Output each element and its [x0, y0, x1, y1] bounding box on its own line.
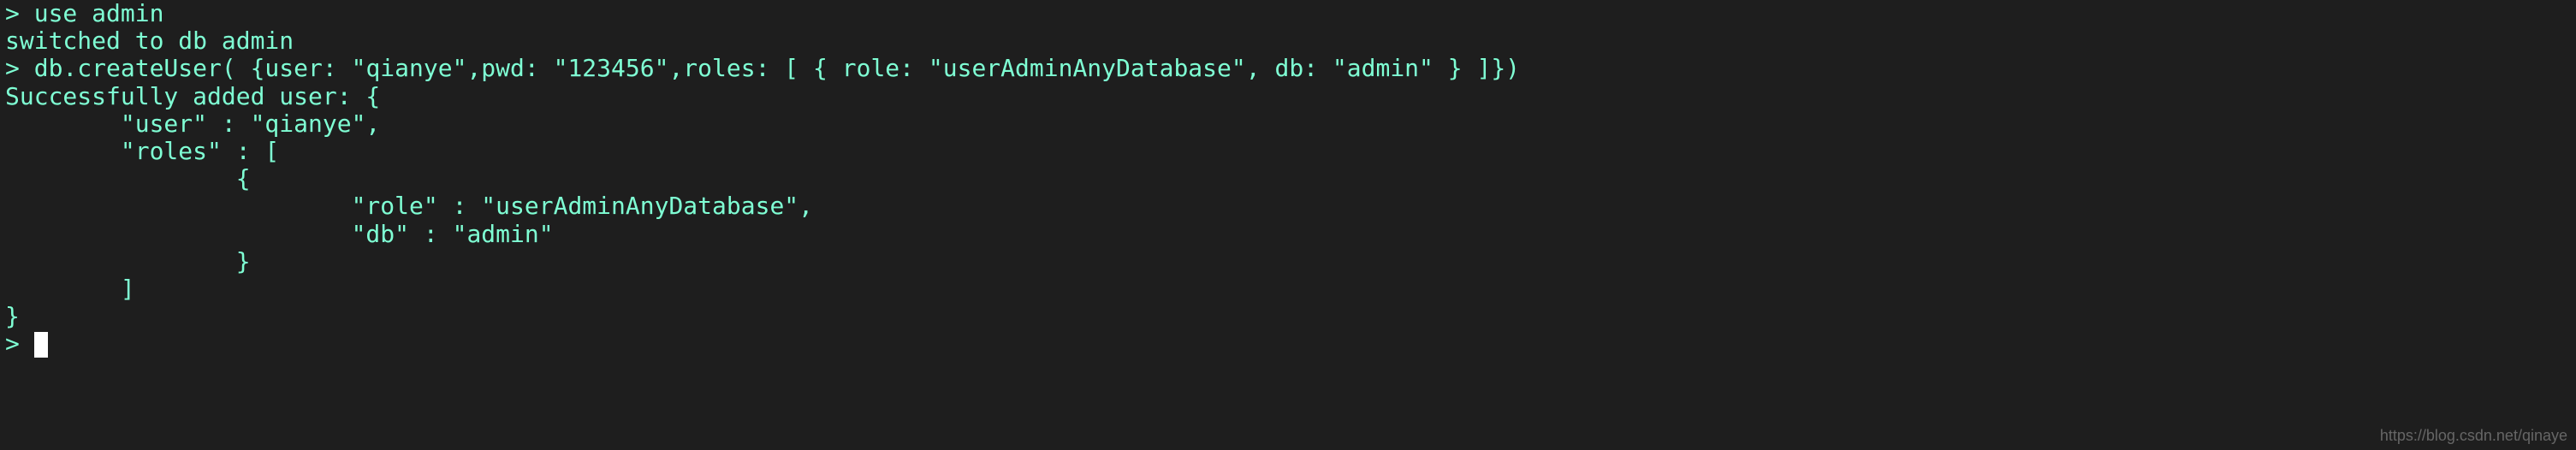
command-use-admin: use admin	[20, 0, 164, 27]
prompt-line-1[interactable]: > use admin	[5, 0, 163, 27]
output-roles-open: "roles" : [	[5, 137, 279, 165]
command-create-user: db.createUser( {user: "qianye",pwd: "123…	[20, 54, 1520, 82]
output-object-close: }	[5, 302, 20, 330]
terminal-content: > use admin switched to db admin > db.cr…	[5, 0, 2571, 358]
output-role-obj-close: }	[5, 247, 251, 275]
output-roles-close: ]	[5, 275, 135, 303]
terminal-output: > use admin switched to db admin > db.cr…	[0, 0, 2576, 358]
prompt-line-2[interactable]: > db.createUser( {user: "qianye",pwd: "1…	[5, 54, 1520, 82]
prompt-symbol: >	[5, 54, 20, 82]
output-success-header: Successfully added user: {	[5, 82, 380, 110]
watermark-text: https://blog.csdn.net/qinaye	[2380, 427, 2567, 445]
output-user-field: "user" : "qianye",	[5, 110, 380, 138]
prompt-line-3[interactable]: >	[5, 329, 48, 358]
output-role-field: "role" : "userAdminAnyDatabase",	[5, 192, 813, 220]
prompt-symbol: >	[5, 329, 20, 358]
output-role-obj-open: {	[5, 164, 251, 192]
prompt-space	[20, 329, 34, 358]
cursor-icon	[34, 332, 48, 358]
prompt-symbol: >	[5, 0, 20, 27]
output-switched-db: switched to db admin	[5, 27, 294, 55]
output-db-field: "db" : "admin"	[5, 220, 554, 248]
